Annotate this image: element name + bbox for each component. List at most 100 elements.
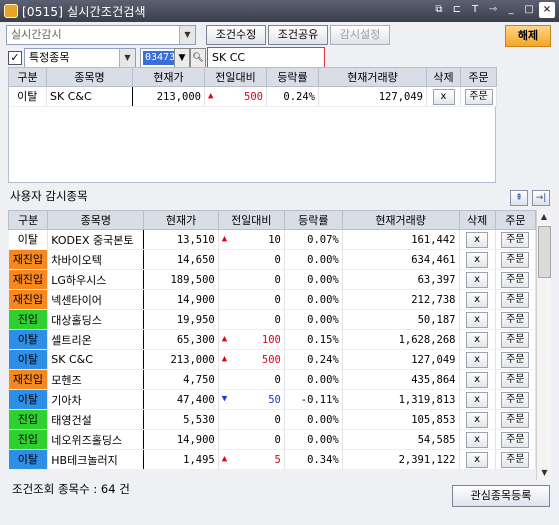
table-row[interactable]: 진입 대상홀딩스 19,950 0 0.00% 50,187 x 주문 (8, 309, 537, 330)
delete-button[interactable]: x (466, 311, 489, 328)
column-header[interactable]: 삭제 (458, 210, 496, 230)
volume-cell: 212,738 (342, 289, 460, 310)
stock-name-field[interactable]: SK CC (207, 47, 325, 69)
delete-button[interactable]: x (466, 351, 489, 368)
stock-scope-select[interactable]: 특정종목 ▼ (24, 48, 136, 68)
stock-scope-checkbox[interactable]: ✓ (8, 51, 22, 65)
order-button[interactable]: 주문 (501, 391, 530, 408)
column-header[interactable]: 현재가 (143, 210, 219, 230)
column-header[interactable]: 현재가 (132, 67, 205, 87)
scroll-up-icon[interactable]: ▲ (537, 210, 551, 224)
signal-badge: 재진입 (8, 270, 47, 289)
order-button[interactable]: 주문 (501, 371, 530, 388)
up-triangle-icon: ▲ (221, 353, 228, 364)
signal-type-cell: 이탈 (8, 349, 49, 370)
table-row[interactable]: 이탈 기아차 47,400 ▼ 50 -0.11% 1,319,813 x 주문 (8, 389, 537, 410)
column-header[interactable]: 종목명 (47, 210, 145, 230)
delete-button[interactable]: x (466, 291, 489, 308)
delete-button[interactable]: x (466, 251, 489, 268)
stock-code-field[interactable]: 034730 (140, 48, 184, 68)
table-row[interactable]: 재진입 LG하우시스 189,500 0 0.00% 63,397 x 주문 (8, 269, 537, 290)
search-icon[interactable]: 🔍︎ (190, 48, 206, 68)
copy-icon[interactable]: ⧉ (431, 2, 447, 18)
chevron-down-icon[interactable]: ▼ (179, 26, 195, 44)
register-watchlist-button[interactable]: 관심종목등록 (452, 485, 550, 507)
column-header[interactable]: 현재거래량 (318, 67, 427, 87)
column-header[interactable]: 전일대비 (217, 210, 285, 230)
table-row[interactable]: 이탈 SK C&C 213,000 ▲ 500 0.24% 127,049 x 주문 (8, 86, 497, 107)
order-button[interactable]: 주문 (501, 311, 530, 328)
delete-button[interactable]: x (466, 231, 489, 248)
change-cell: 0 (218, 409, 285, 430)
share-condition-button[interactable]: 조건공유 (268, 25, 328, 45)
delete-button[interactable]: x (466, 271, 489, 288)
order-button[interactable]: 주문 (501, 251, 530, 268)
column-header[interactable]: 주문 (494, 210, 537, 230)
table-row[interactable]: 이탈 셀트리온 65,300 ▲ 100 0.15% 1,628,268 x 주문 (8, 329, 537, 350)
column-header[interactable]: 구분 (8, 67, 47, 87)
watch-scrollbar[interactable]: ▲ ▼ (536, 210, 551, 480)
next-icon[interactable]: →| (532, 190, 550, 206)
price-cell: 5,530 (143, 409, 219, 430)
column-header[interactable]: 구분 (7, 210, 49, 230)
edit-condition-button[interactable]: 조건수정 (206, 25, 266, 45)
monitor-settings-button[interactable]: 감시설정 (330, 25, 390, 45)
column-header[interactable]: 삭제 (426, 67, 461, 87)
table-row[interactable]: 재진입 넥센타이어 14,900 0 0.00% 212,738 x 주문 (8, 289, 537, 310)
condition-select[interactable]: 실시간감시 ▼ (6, 25, 196, 45)
change-cell: ▲ 5 (218, 449, 285, 470)
order-button[interactable]: 주문 (501, 291, 530, 308)
delete-button[interactable]: x (466, 431, 489, 448)
order-button[interactable]: 주문 (501, 331, 530, 348)
order-button[interactable]: 주문 (501, 351, 530, 368)
table-row[interactable]: 이탈 SK C&C 213,000 ▲ 500 0.24% 127,049 x 주문 (8, 349, 537, 370)
signal-badge: 재진입 (8, 290, 47, 309)
table-row[interactable]: 재진입 모헨즈 4,750 0 0.00% 435,864 x 주문 (8, 369, 537, 390)
order-button[interactable]: 주문 (501, 271, 530, 288)
order-button[interactable]: 주문 (464, 88, 493, 105)
delete-button[interactable]: x (432, 88, 455, 105)
release-button[interactable]: 해제 (505, 25, 551, 47)
table-row[interactable]: 진입 태영건설 5,530 0 0.00% 105,853 x 주문 (8, 409, 537, 430)
move-up-icon[interactable]: ⇞ (510, 190, 528, 206)
minimize-icon[interactable]: _ (503, 2, 519, 18)
stock-name-cell: 모헨즈 (47, 369, 145, 390)
up-triangle-icon: ▲ (221, 453, 228, 464)
scroll-down-icon[interactable]: ▼ (537, 466, 552, 480)
signal-type-cell: 이탈 (8, 329, 49, 350)
order-button[interactable]: 주문 (501, 411, 530, 428)
delete-cell: x (459, 429, 496, 450)
column-header[interactable]: 현재거래량 (341, 210, 460, 230)
stock-name-cell: 기아차 (47, 389, 145, 410)
column-header[interactable]: 주문 (460, 67, 497, 87)
column-header[interactable]: 종목명 (46, 67, 133, 87)
text-icon[interactable]: T (467, 2, 483, 18)
code-dropdown-icon[interactable]: ▼ (174, 48, 190, 68)
delete-button[interactable]: x (466, 411, 489, 428)
table-row[interactable]: 이탈 KODEX 중국본토 13,510 ▲ 10 0.07% 161,442 x 주문 (8, 229, 537, 250)
delete-button[interactable]: x (466, 451, 489, 468)
column-header[interactable]: 전일대비 (204, 67, 267, 87)
maximize-icon[interactable]: □ (521, 2, 537, 18)
order-button[interactable]: 주문 (501, 431, 530, 448)
new-window-icon[interactable]: ⊏ (449, 2, 465, 18)
scroll-thumb[interactable] (538, 226, 551, 278)
column-header[interactable]: 등락률 (283, 210, 343, 230)
order-button[interactable]: 주문 (501, 231, 530, 248)
rate-cell-value: 0.00% (307, 273, 339, 286)
delete-button[interactable]: x (466, 391, 489, 408)
column-header[interactable]: 등락률 (266, 67, 319, 87)
delete-button[interactable]: x (466, 331, 489, 348)
volume-cell-value: 161,442 (411, 233, 456, 246)
pin-icon[interactable]: ⇾ (485, 2, 501, 18)
volume-cell: 2,391,122 (342, 449, 460, 470)
table-row[interactable]: 진입 네오위즈홀딩스 14,900 0 0.00% 54,585 x 주문 (8, 429, 537, 450)
close-icon[interactable]: × (539, 2, 555, 18)
rate-cell: 0.00% (284, 369, 343, 390)
chevron-down-icon[interactable]: ▼ (119, 49, 135, 67)
order-button[interactable]: 주문 (501, 451, 530, 468)
delete-button[interactable]: x (466, 371, 489, 388)
rate-cell-value: -0.11% (300, 393, 339, 406)
table-row[interactable]: 재진입 차바이오텍 14,650 0 0.00% 634,461 x 주문 (8, 249, 537, 270)
table-row[interactable]: 이탈 HB테크놀러지 1,495 ▲ 5 0.34% 2,391,122 x 주문 (8, 449, 537, 470)
